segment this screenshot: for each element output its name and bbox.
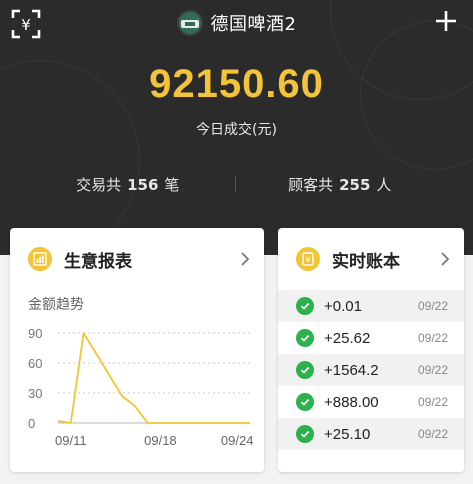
series-line xyxy=(57,332,250,424)
wechat-pay-icon xyxy=(296,297,314,315)
list-item[interactable]: +25.62 09/22 xyxy=(278,322,464,354)
y-tick-label: 90 xyxy=(28,326,42,341)
ledger-date: 09/22 xyxy=(417,299,448,313)
customer-count-suffix: 人 xyxy=(376,175,392,194)
trade-count-value: 156 xyxy=(127,175,159,194)
trend-chart: 0 30 60 90 09/11 09/18 09/24 xyxy=(28,326,254,448)
list-item[interactable]: +25.10 09/22 xyxy=(278,418,464,450)
plus-icon xyxy=(436,11,456,31)
trade-count-suffix: 笔 xyxy=(164,175,180,194)
x-tick-label: 09/24 xyxy=(221,433,254,448)
y-tick-label: 30 xyxy=(28,386,42,401)
avatar xyxy=(176,10,203,36)
bar-chart-icon xyxy=(28,247,52,271)
chevron-right-icon xyxy=(441,252,450,266)
list-item[interactable]: +888.00 09/22 xyxy=(278,386,464,418)
report-card-title: 生意报表 xyxy=(64,251,132,272)
x-tick-label: 09/18 xyxy=(144,433,177,448)
ledger-amount: +888.00 xyxy=(324,393,379,411)
ledger-card[interactable]: ¥ 实时账本 +0.01 09/22 +25.62 09/22 +1564.2 … xyxy=(278,228,464,472)
svg-text:¥: ¥ xyxy=(305,256,310,265)
y-tick-label: 60 xyxy=(28,356,42,371)
chart-title: 金额趋势 xyxy=(28,297,84,313)
header: ¥ 德国啤酒2 92150.60 今日成交(元) 交易共 156 笔 顾客共 255 人 xyxy=(0,0,473,255)
ledger-card-title: 实时账本 xyxy=(332,251,400,272)
stats-bar: 交易共 156 笔 顾客共 255 人 xyxy=(0,173,473,195)
store-name: 德国啤酒2 xyxy=(210,14,297,35)
report-card-header[interactable]: 生意报表 xyxy=(10,228,264,290)
ledger-amount: +0.01 xyxy=(324,297,362,315)
list-item[interactable]: +1564.2 09/22 xyxy=(278,354,464,386)
report-card[interactable]: 生意报表 金额趋势 0 30 60 90 09/11 09/18 09/24 xyxy=(10,228,264,472)
yuan-note-icon: ¥ xyxy=(296,247,320,271)
wechat-pay-icon xyxy=(296,425,314,443)
wechat-pay-icon xyxy=(296,361,314,379)
ledger-card-header[interactable]: ¥ 实时账本 xyxy=(278,228,464,290)
chevron-right-icon xyxy=(241,252,250,266)
ledger-amount: +25.62 xyxy=(324,329,371,347)
wechat-pay-icon xyxy=(296,393,314,411)
add-button[interactable] xyxy=(431,6,461,36)
today-amount: 92150.60 xyxy=(149,62,324,106)
ledger-amount: +1564.2 xyxy=(324,361,379,379)
customer-count-value: 255 xyxy=(339,175,371,194)
ledger-amount: +25.10 xyxy=(324,425,371,443)
ledger-date: 09/22 xyxy=(417,331,448,345)
trade-count[interactable]: 交易共 156 笔 xyxy=(0,174,235,195)
ledger-date: 09/22 xyxy=(417,363,448,377)
customer-count[interactable]: 顾客共 255 人 xyxy=(236,174,473,195)
ledger-list: +0.01 09/22 +25.62 09/22 +1564.2 09/22 +… xyxy=(278,290,464,450)
ledger-date: 09/22 xyxy=(417,395,448,409)
wechat-pay-icon xyxy=(296,329,314,347)
list-item[interactable]: +0.01 09/22 xyxy=(278,290,464,322)
ledger-date: 09/22 xyxy=(417,427,448,441)
trade-count-prefix: 交易共 xyxy=(76,175,122,194)
customer-count-prefix: 顾客共 xyxy=(288,175,334,194)
today-amount-label: 今日成交(元) xyxy=(196,122,277,138)
y-tick-label: 0 xyxy=(28,416,35,431)
x-tick-label: 09/11 xyxy=(55,433,87,448)
store-title[interactable]: 德国啤酒2 xyxy=(0,8,473,38)
